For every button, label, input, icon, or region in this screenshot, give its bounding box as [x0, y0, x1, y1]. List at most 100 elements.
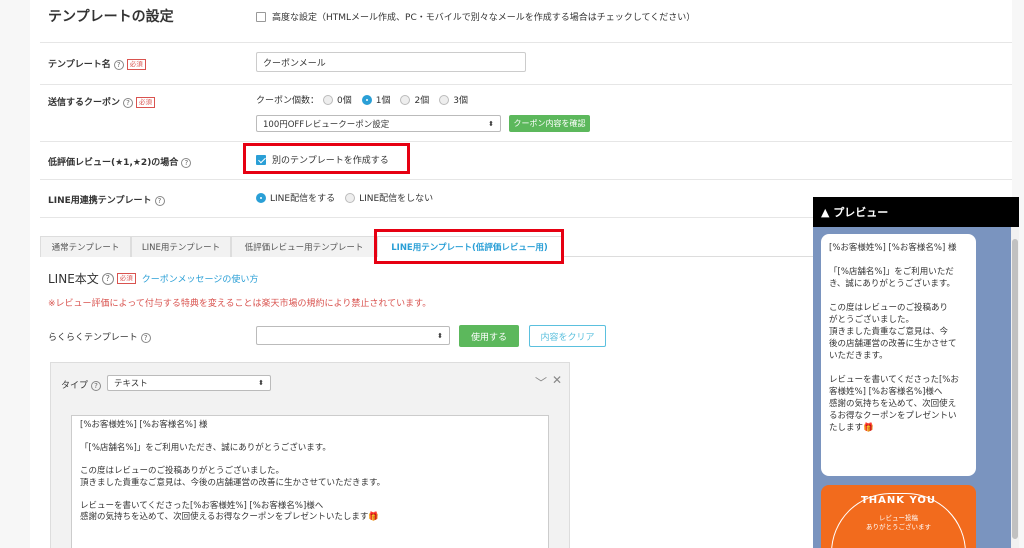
preview-line: 後の店舗運営の改善に生かさせて	[829, 339, 957, 349]
message-line: この度はレビューのご投稿ありがとうございました。	[80, 466, 285, 476]
template-name-label-text: テンプレート名	[48, 60, 111, 70]
header-row: テンプレートの設定 高度な設定（HTMLメール作成、PC・モバイルで別々なメール…	[40, 0, 1012, 43]
radio-label: LINE配信をしない	[359, 194, 434, 204]
coupon-row: 送信するクーポン? 必須 クーポン個数： 0個 1個 2個 3個 100円OFFレ…	[40, 85, 1012, 142]
use-template-button[interactable]: 使用する	[459, 325, 519, 347]
preview-line: レビューを書いてくださった[%お	[829, 375, 959, 385]
help-icon[interactable]: ?	[123, 97, 134, 108]
template-name-input[interactable]: クーポンメール	[256, 52, 526, 72]
coupon-count-0[interactable]: 0個	[323, 93, 352, 106]
preview-header[interactable]: ▲ プレビュー	[813, 197, 1019, 227]
line-link-label: LINE用連携テンプレート?	[48, 193, 165, 206]
coupon-count-label: クーポン個数：	[256, 96, 320, 106]
preview-line: 感謝の気持ちを込めて、次回使え	[829, 399, 957, 409]
radio-selected-icon[interactable]	[361, 94, 372, 105]
radio-icon[interactable]	[323, 94, 334, 105]
radio-icon[interactable]	[439, 94, 450, 105]
type-select[interactable]: テキスト ⬍	[107, 375, 271, 391]
type-label-text: タイプ	[61, 381, 89, 391]
left-gutter	[0, 0, 30, 548]
coupon-message-help-link[interactable]: クーポンメッセージの使い方	[142, 272, 259, 285]
advanced-checkbox[interactable]	[256, 11, 266, 22]
close-icon[interactable]: ✕	[552, 373, 562, 387]
low-review-row: 低評価レビュー(★1,★2)の場合? 別のテンプレートを作成する	[40, 142, 1012, 180]
low-review-label-text: 低評価レビュー(★1,★2)の場合	[48, 158, 179, 168]
page: テンプレートの設定 高度な設定（HTMLメール作成、PC・モバイルで別々なメール…	[0, 0, 1024, 548]
template-name-row: テンプレート名? 必須 クーポンメール	[40, 43, 1012, 85]
card-line: ありがとうございます	[866, 523, 931, 531]
preview-message-bubble: [%お客様姓%] [%お客様名%] 様 「[%店舗名%]」をご利用いただ き、誠…	[821, 234, 976, 476]
radio-selected-icon[interactable]	[256, 192, 266, 203]
preview-line	[829, 290, 968, 302]
preview-panel: ▲ プレビュー [%お客様姓%] [%お客様名%] 様 「[%店舗名%]」をご利…	[813, 197, 1019, 548]
help-icon[interactable]: ?	[181, 157, 192, 168]
coupon-select-value: 100円OFFレビュークーポン設定	[263, 119, 390, 130]
highlight-low-review-checkbox	[243, 143, 410, 174]
line-link-label-text: LINE用連携テンプレート	[48, 196, 152, 206]
help-icon[interactable]: ?	[154, 195, 165, 206]
preview-scrollbar[interactable]	[1011, 227, 1019, 548]
highlight-line-low-review-tab	[374, 229, 564, 264]
line-deliver-no[interactable]: LINE配信をしない	[345, 191, 433, 204]
preview-line: き、誠にありがとうございます。	[829, 279, 956, 289]
preview-line: るお得なクーポンをプレゼントい	[829, 411, 957, 421]
line-body-heading: LINE本文 ? 必須 クーポンメッセージの使い方	[48, 270, 258, 287]
coupon-count-3[interactable]: 3個	[439, 93, 468, 106]
advanced-label: 高度な設定（HTMLメール作成、PC・モバイルで別々なメールを作成する場合はチェ…	[272, 13, 696, 23]
clear-content-button[interactable]: 内容をクリア	[529, 325, 606, 347]
radio-icon[interactable]	[345, 192, 356, 203]
low-review-label: 低評価レビュー(★1,★2)の場合?	[48, 155, 192, 168]
message-line	[80, 455, 540, 467]
help-icon[interactable]: ?	[113, 59, 124, 70]
line-body-title: LINE本文	[48, 272, 99, 286]
card-title: THANK YOU	[860, 495, 937, 506]
radio-label: LINE配信をする	[270, 194, 336, 204]
line-deliver-yes[interactable]: LINE配信をする	[256, 191, 335, 204]
message-line: [%お客様姓%] [%お客様名%] 様	[80, 420, 208, 430]
help-icon[interactable]: ?	[91, 380, 102, 391]
advanced-setting[interactable]: 高度な設定（HTMLメール作成、PC・モバイルで別々なメールを作成する場合はチェ…	[256, 10, 695, 23]
coupon-count-1[interactable]: 1個	[361, 93, 391, 106]
coupon-label: 送信するクーポン? 必須	[48, 95, 156, 108]
template-name-label: テンプレート名? 必須	[48, 57, 146, 70]
scroll-thumb[interactable]	[1012, 239, 1018, 539]
coupon-confirm-button[interactable]: クーポン内容を確認	[509, 115, 590, 132]
select-arrows-icon: ⬍	[258, 379, 264, 387]
page-title: テンプレートの設定	[48, 9, 174, 25]
message-line: 頂きました貴重なご意見は、今後の店舗運営の改善に生かさせていただきます。	[80, 477, 386, 488]
required-badge: 必須	[136, 97, 156, 108]
easy-template-select[interactable]: ⬍	[256, 326, 450, 345]
preview-line: [%お客様姓%] [%お客様名%] 様	[829, 243, 957, 253]
tab-normal[interactable]: 通常テンプレート	[40, 236, 131, 257]
collapse-icon[interactable]: ﹀	[535, 374, 547, 391]
line-link-group: LINE配信をする LINE配信をしない	[256, 191, 443, 204]
radio-icon[interactable]	[400, 94, 411, 105]
radio-label: 0個	[337, 96, 352, 106]
message-panel: タイプ? テキスト ⬍ ﹀ ✕ [%お客様姓%] [%お客様名%] 様 「[%店…	[50, 362, 570, 548]
preview-line: この度はレビューのご投稿あり	[829, 303, 949, 313]
required-badge: 必須	[116, 273, 136, 284]
preview-line: 「[%店舗名%]」をご利用いただ	[829, 267, 954, 277]
required-badge: 必須	[126, 59, 146, 70]
tab-low-review[interactable]: 低評価レビュー用テンプレート	[231, 236, 377, 257]
thank-you-coupon-card: THANK YOU レビュー投稿 ありがとうございます	[821, 485, 976, 548]
preview-line: がとうございました。	[829, 315, 915, 325]
type-select-value: テキスト	[114, 379, 148, 389]
easy-template-label-text: らくらくテンプレート	[48, 333, 138, 343]
radio-label: 2個	[414, 96, 430, 106]
coupon-select[interactable]: 100円OFFレビュークーポン設定 ⬍	[256, 115, 501, 132]
tab-line[interactable]: LINE用テンプレート	[131, 236, 231, 257]
preview-line: いただきます。	[829, 351, 888, 361]
preview-line: 頂きました貴重なご意見は、今	[829, 327, 949, 337]
message-textarea[interactable]: [%お客様姓%] [%お客様名%] 様 「[%店舗名%]」をご利用いただき、誠に…	[71, 415, 549, 548]
warning-text: ※レビュー評価によって付与する特典を変えることは楽天市場の規約により禁止されてい…	[48, 299, 432, 309]
message-line: 「[%店舗名%]」をご利用いただき、誠にありがとうございます。	[80, 443, 331, 453]
message-line: 感謝の気持ちを込めて、次回使えるお得なクーポンをプレゼントいたします🎁	[80, 512, 379, 522]
help-icon[interactable]: ?	[140, 332, 151, 343]
select-arrows-icon: ⬍	[437, 331, 443, 340]
preview-line: たします🎁	[829, 423, 874, 433]
help-icon[interactable]: ?	[101, 272, 114, 285]
radio-label: 1個	[375, 96, 391, 106]
coupon-count-2[interactable]: 2個	[400, 93, 429, 106]
message-line: レビューを書いてくださった[%お客様姓%] [%お客様名%]様へ	[80, 500, 324, 511]
